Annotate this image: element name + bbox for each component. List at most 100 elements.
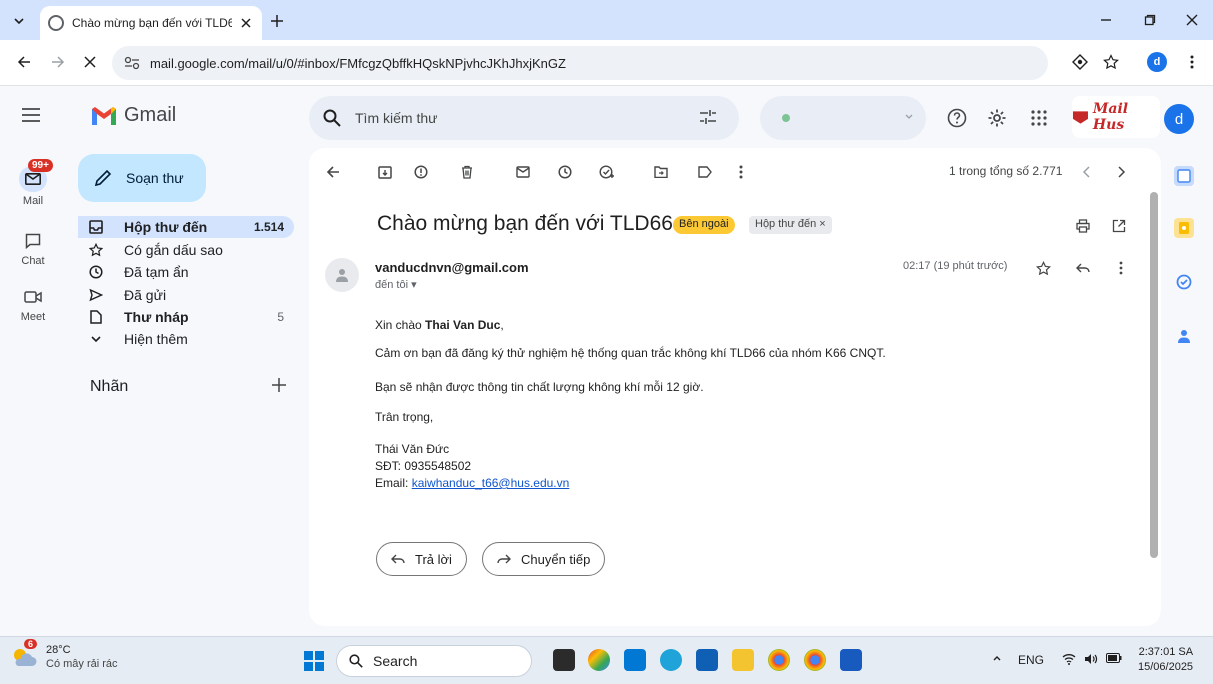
battery-icon[interactable] bbox=[1106, 653, 1122, 663]
label-button[interactable] bbox=[695, 162, 715, 182]
tab-title: Chào mừng bạn đến với TLD66 bbox=[72, 16, 232, 30]
forward-button[interactable] bbox=[48, 52, 68, 72]
minimize-button[interactable] bbox=[1096, 10, 1116, 30]
message-more-button[interactable] bbox=[1111, 258, 1131, 278]
language-indicator[interactable]: ENG bbox=[1018, 653, 1044, 667]
word-app-icon[interactable] bbox=[840, 649, 862, 671]
nav-item-starred[interactable]: Có gắn dấu sao bbox=[78, 239, 294, 261]
extension-button[interactable] bbox=[1070, 52, 1090, 72]
report-spam-button[interactable] bbox=[411, 162, 431, 182]
signature-email-link[interactable]: kaiwhanduc_t66@hus.edu.vn bbox=[412, 476, 570, 490]
print-button[interactable] bbox=[1073, 216, 1093, 236]
status-selector[interactable] bbox=[760, 96, 926, 140]
address-bar[interactable]: mail.google.com/mail/u/0/#inbox/FMfcgzQb… bbox=[112, 46, 1048, 80]
copilot-app-icon[interactable] bbox=[588, 649, 610, 671]
settings-button[interactable] bbox=[986, 107, 1008, 129]
window-close-button[interactable] bbox=[1182, 10, 1202, 30]
recipient-details[interactable]: đến tôi ▾ bbox=[375, 278, 417, 291]
edge-app-icon[interactable] bbox=[660, 649, 682, 671]
sender-avatar[interactable] bbox=[325, 258, 359, 292]
restore-button[interactable] bbox=[1140, 10, 1160, 30]
delete-button[interactable] bbox=[457, 162, 477, 182]
nav-item-drafts[interactable]: Thư nháp 5 bbox=[78, 306, 294, 328]
mail-search-bar[interactable]: Tìm kiếm thư bbox=[309, 96, 739, 140]
forward-button[interactable]: Chuyển tiếp bbox=[482, 542, 606, 576]
star-icon bbox=[89, 243, 103, 257]
keep-note-icon bbox=[1179, 222, 1189, 234]
chrome-profile-app-icon[interactable] bbox=[804, 649, 826, 671]
file-explorer-app-icon[interactable] bbox=[732, 649, 754, 671]
mark-unread-icon bbox=[516, 166, 530, 178]
inbox-label-chip[interactable]: Hộp thư đến × bbox=[749, 216, 832, 234]
archive-button[interactable] bbox=[375, 162, 395, 182]
task-view-app-icon[interactable] bbox=[553, 649, 575, 671]
system-clock[interactable]: 2:37:01 SA 15/06/2025 bbox=[1138, 645, 1193, 675]
signature-email-line: Email: kaiwhanduc_t66@hus.edu.vn bbox=[375, 476, 570, 490]
taskbar-search[interactable]: Search bbox=[336, 645, 532, 677]
tab-search-button[interactable] bbox=[8, 10, 30, 32]
trash-icon bbox=[462, 165, 472, 179]
reply-icon-button[interactable] bbox=[1073, 258, 1093, 278]
tasks-side-button[interactable] bbox=[1174, 272, 1194, 292]
video-icon bbox=[24, 291, 42, 303]
chrome-app-icon[interactable] bbox=[768, 649, 790, 671]
org-brand-logo[interactable]: Mail Hus bbox=[1072, 96, 1160, 138]
back-to-inbox-button[interactable] bbox=[323, 162, 343, 182]
stop-loading-button[interactable] bbox=[80, 52, 100, 72]
gmail-logo[interactable]: Gmail bbox=[90, 104, 176, 127]
search-options-button[interactable] bbox=[699, 108, 717, 126]
rail-item-chat[interactable]: Chat bbox=[0, 230, 66, 267]
star-message-button[interactable] bbox=[1033, 258, 1053, 278]
main-menu-button[interactable] bbox=[22, 108, 44, 128]
account-avatar[interactable]: d bbox=[1164, 104, 1194, 134]
keep-side-button[interactable] bbox=[1174, 218, 1194, 238]
reply-label: Trả lời bbox=[415, 551, 452, 567]
nav-item-sent[interactable]: Đã gửi bbox=[78, 284, 294, 306]
add-to-tasks-button[interactable] bbox=[597, 162, 617, 182]
message-scrollbar[interactable] bbox=[1150, 192, 1158, 558]
bookmark-button[interactable] bbox=[1101, 52, 1121, 72]
nav-item-snoozed[interactable]: Đã tạm ẩn bbox=[78, 261, 294, 283]
open-new-window-button[interactable] bbox=[1109, 216, 1129, 236]
new-tab-button[interactable] bbox=[268, 12, 286, 30]
browser-tab-active[interactable]: Chào mừng bạn đến với TLD66 bbox=[40, 6, 262, 40]
signature-phone: SĐT: 0935548502 bbox=[375, 459, 472, 473]
tab-close-button[interactable] bbox=[238, 15, 254, 31]
apps-button[interactable] bbox=[1028, 107, 1050, 129]
browser-menu-button[interactable] bbox=[1182, 52, 1202, 72]
support-button[interactable] bbox=[946, 107, 968, 129]
sender-email[interactable]: vanducdnvn@gmail.com bbox=[375, 260, 529, 275]
rail-label-chat: Chat bbox=[21, 255, 45, 267]
tray-overflow-button[interactable] bbox=[992, 653, 1002, 663]
pencil-icon bbox=[94, 169, 112, 187]
snooze-button[interactable] bbox=[555, 162, 575, 182]
volume-icon[interactable] bbox=[1084, 653, 1098, 665]
nav-item-inbox[interactable]: Hộp thư đến 1.514 bbox=[78, 216, 294, 238]
nav-count: 5 bbox=[277, 310, 284, 324]
vscode-app-icon[interactable] bbox=[624, 649, 646, 671]
newer-button[interactable] bbox=[1077, 162, 1097, 182]
reply-button[interactable]: Trả lời bbox=[376, 542, 467, 576]
contacts-side-button[interactable] bbox=[1174, 326, 1194, 346]
calendar-side-button[interactable] bbox=[1174, 166, 1194, 186]
store-app-icon[interactable] bbox=[696, 649, 718, 671]
browser-toolbar: mail.google.com/mail/u/0/#inbox/FMfcgzQb… bbox=[0, 40, 1213, 86]
recipient-text: đến tôi bbox=[375, 279, 409, 291]
rail-item-mail[interactable]: Mail bbox=[0, 166, 66, 207]
browser-profile-avatar[interactable]: d bbox=[1147, 52, 1167, 72]
chevron-down-icon bbox=[91, 336, 101, 343]
move-to-button[interactable] bbox=[651, 162, 671, 182]
nav-count: 1.514 bbox=[253, 220, 284, 234]
add-label-button[interactable] bbox=[272, 378, 290, 396]
more-actions-button[interactable] bbox=[731, 162, 751, 182]
older-button[interactable] bbox=[1111, 162, 1131, 182]
reply-icon bbox=[1076, 263, 1090, 273]
back-button[interactable] bbox=[14, 52, 34, 72]
compose-button[interactable]: Soạn thư bbox=[78, 154, 206, 202]
start-button[interactable] bbox=[304, 651, 324, 671]
mark-unread-button[interactable] bbox=[513, 162, 533, 182]
wifi-icon[interactable] bbox=[1062, 653, 1076, 665]
rail-item-meet[interactable]: Meet bbox=[0, 286, 66, 323]
closing-line: Trân trọng, bbox=[375, 410, 434, 424]
nav-item-more[interactable]: Hiện thêm bbox=[78, 328, 294, 350]
